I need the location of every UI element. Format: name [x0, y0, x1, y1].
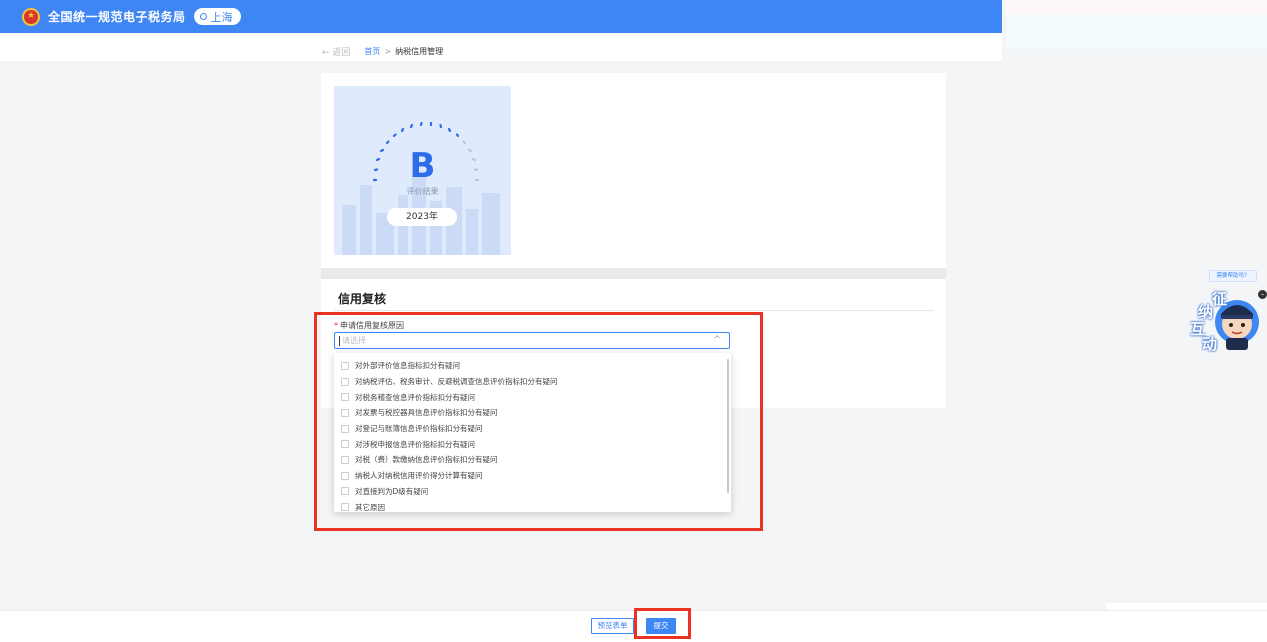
option-label: 对税（费）款缴纳信息评价指标扣分有疑问: [355, 455, 498, 465]
option-label: 对税务稽查信息评价指标扣分有疑问: [355, 392, 475, 402]
footer-edge: [1106, 603, 1267, 610]
breadcrumb: ← 返回 首页 > 纳税信用管理: [322, 45, 443, 58]
field-label-text: 申请信用复核原因: [340, 321, 404, 330]
help-bubble[interactable]: 需要帮助吗？: [1209, 270, 1257, 282]
checkbox[interactable]: [341, 393, 349, 402]
dropdown-option[interactable]: 对登记与账簿信息评价指标扣分有疑问: [334, 421, 731, 437]
option-label: 对登记与账簿信息评价指标扣分有疑问: [355, 424, 483, 434]
option-label: 对发票与税控器具信息评价指标扣分有疑问: [355, 408, 498, 418]
dropdown-option[interactable]: 对直接判为D级有疑问: [334, 484, 731, 500]
field-label: * 申请信用复核原因: [334, 320, 404, 331]
option-label: 对直接判为D级有疑问: [355, 486, 429, 496]
preview-form-button[interactable]: 预览表单: [591, 618, 634, 634]
grade-letter: B: [409, 146, 436, 186]
dropdown-option[interactable]: 对税（费）款缴纳信息评价指标扣分有疑问: [334, 452, 731, 468]
location-pin-icon: [199, 13, 207, 20]
section-divider: [321, 268, 946, 279]
region-label: 上海: [210, 10, 233, 24]
assistant-char: 动: [1202, 335, 1218, 353]
checkbox[interactable]: [341, 377, 349, 386]
dropdown-option[interactable]: 对外部评价信息指标扣分有疑问: [334, 358, 731, 374]
checkbox[interactable]: [341, 503, 349, 512]
dropdown-option[interactable]: 其它原因: [334, 499, 731, 515]
header-bar: ★ 全国统一规范电子税务局 上海: [0, 0, 1002, 33]
tax-emblem-icon: ★: [22, 7, 40, 26]
checkbox[interactable]: [341, 455, 349, 464]
dropdown-option[interactable]: 对税务稽查信息评价指标扣分有疑问: [334, 389, 731, 405]
dropdown-option[interactable]: 对涉税申报信息评价指标扣分有疑问: [334, 436, 731, 452]
checkbox[interactable]: [341, 487, 349, 496]
checkbox[interactable]: [341, 440, 349, 449]
top-right-area: [1006, 0, 1267, 15]
option-label: 对外部评价信息指标扣分有疑问: [355, 361, 460, 371]
top-right-panel: [1006, 15, 1267, 49]
site-title: 全国统一规范电子税务局: [48, 10, 186, 24]
option-label: 对纳税评估、税务审计、反避税调查信息评价指标扣分有疑问: [355, 377, 558, 387]
checkbox[interactable]: [341, 471, 349, 480]
option-label: 对涉税申报信息评价指标扣分有疑问: [355, 439, 475, 449]
region-selector[interactable]: 上海: [193, 8, 241, 25]
review-reason-select[interactable]: 请选择 ^: [334, 332, 730, 349]
checkbox[interactable]: [341, 424, 349, 433]
dropdown-scrollbar[interactable]: [727, 359, 729, 493]
section-title: 信用复核: [338, 292, 387, 306]
grade-caption: 评价结果: [406, 187, 439, 196]
dropdown-option[interactable]: 对发票与税控器具信息评价指标扣分有疑问: [334, 405, 731, 421]
submit-button[interactable]: 提交: [646, 618, 676, 634]
chevron-up-icon: ^: [713, 335, 721, 345]
grade-panel: B 评价结果 2023年: [334, 86, 511, 255]
required-mark: *: [334, 321, 338, 330]
evaluation-year: 2023年: [387, 208, 457, 226]
option-label: 其它原因: [355, 502, 385, 512]
breadcrumb-bar: [0, 33, 1002, 61]
text-cursor: [339, 335, 340, 346]
close-icon[interactable]: –: [1258, 290, 1267, 299]
dropdown-option[interactable]: 对纳税评估、税务审计、反避税调查信息评价指标扣分有疑问: [334, 374, 731, 390]
assistant-char: 征: [1212, 290, 1228, 308]
option-label: 纳税人对纳税信用评价得分计算有疑问: [355, 471, 483, 481]
checkbox[interactable]: [341, 408, 349, 417]
breadcrumb-home[interactable]: 首页: [364, 46, 380, 57]
back-link[interactable]: ← 返回: [322, 45, 350, 58]
dropdown-option[interactable]: 纳税人对纳税信用评价得分计算有疑问: [334, 468, 731, 484]
reason-dropdown: 对外部评价信息指标扣分有疑问 对纳税评估、税务审计、反避税调查信息评价指标扣分有…: [334, 353, 731, 512]
assistant-chars[interactable]: 征 纳 互 动: [1190, 288, 1240, 358]
breadcrumb-separator: >: [384, 47, 392, 56]
back-label: 返回: [332, 48, 351, 58]
section-underline: [334, 310, 934, 311]
breadcrumb-current: 纳税信用管理: [395, 47, 444, 56]
checkbox[interactable]: [341, 361, 349, 370]
select-placeholder: 请选择: [342, 336, 366, 345]
